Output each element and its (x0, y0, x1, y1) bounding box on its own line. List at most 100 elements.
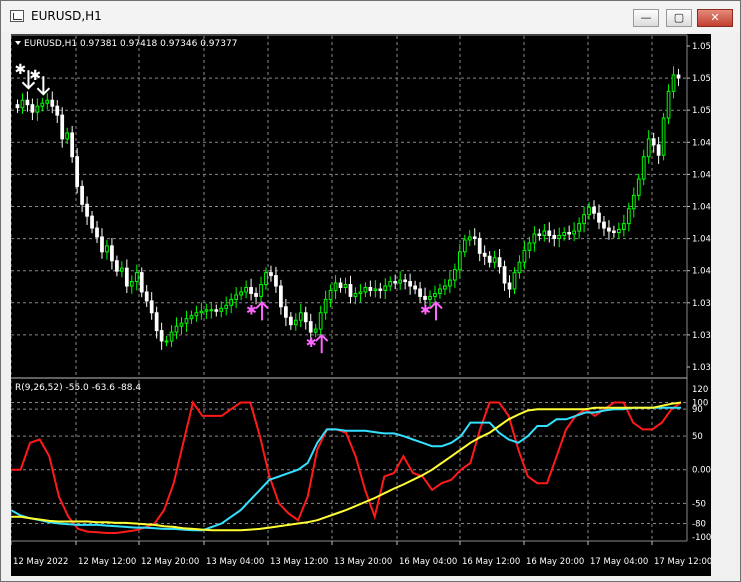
candle-body (363, 286, 368, 293)
time-tick-label: 13 May 12:00 (270, 557, 328, 567)
price-tick-label: 1.05170 (692, 106, 711, 116)
candle-body (105, 245, 109, 253)
indicator-tick-label: -100 (692, 533, 711, 543)
candle-body (90, 215, 94, 229)
price-tick-label: 1.04955 (692, 138, 711, 148)
candle-body (244, 286, 248, 293)
candle-body (562, 232, 567, 236)
candle-body (552, 234, 557, 239)
candle-body (129, 281, 134, 287)
candle-body (50, 99, 55, 107)
candles (15, 66, 681, 350)
candle-body (612, 230, 616, 234)
indicator-tick-label: 90 (692, 405, 703, 415)
star-icon: ✱ (306, 336, 317, 351)
chart-canvas[interactable]: ✱✱✱✱✱ 1.056051.053901.051701.049551.0474… (10, 34, 727, 576)
time-tick-label: 12 May 20:00 (141, 557, 199, 567)
candle-body (527, 242, 532, 251)
time-tick-label: 12 May 2022 (13, 557, 68, 567)
price-tick-label: 1.04095 (692, 267, 711, 277)
price-tick-label: 1.03660 (692, 331, 711, 341)
candle-body (25, 99, 30, 106)
indicator-tick-label: -80 (692, 520, 706, 530)
time-tick-label: 16 May 12:00 (462, 557, 520, 567)
candle-body (100, 236, 104, 253)
candle-body (174, 325, 179, 333)
candle-body (164, 340, 169, 343)
candle-body (333, 282, 338, 291)
candle-body (249, 286, 253, 294)
indicator-tick-label: 0.00 (692, 466, 711, 476)
candle-body (393, 281, 398, 284)
candle-body (433, 292, 437, 297)
candle-body (323, 298, 328, 314)
candle-body (154, 312, 159, 332)
candle-body (522, 249, 527, 263)
candle-body (462, 239, 467, 253)
price-tick-label: 1.03445 (692, 363, 711, 373)
candle-body (358, 291, 363, 294)
dropdown-triangle-icon[interactable] (15, 41, 21, 45)
symbol-header[interactable]: EURUSD,H1 0.97381 0.97418 0.97346 0.9737… (15, 39, 237, 49)
candle-body (124, 267, 129, 287)
candle-body (577, 223, 581, 232)
time-tick-label: 13 May 20:00 (334, 557, 392, 567)
candle-body (438, 288, 442, 294)
candle-body (353, 292, 358, 297)
candle-body (492, 257, 497, 263)
candle-body (602, 221, 606, 229)
candle-body (666, 90, 671, 119)
candle-body (482, 252, 487, 257)
candle-body (547, 230, 552, 236)
candle-body (448, 279, 452, 287)
chart-area[interactable]: ✱✱✱✱✱ 1.056051.053901.051701.049551.0474… (10, 34, 727, 576)
indicator-tick-label: 120 (692, 385, 708, 395)
candle-body (313, 328, 318, 333)
time-tick-label: 17 May 04:00 (590, 557, 648, 567)
price-tick-label: 1.04740 (692, 170, 711, 180)
candle-body (507, 282, 512, 290)
candle-body (30, 104, 35, 113)
candle-body (517, 261, 522, 274)
candle-body (199, 310, 204, 314)
candle-body (144, 291, 149, 302)
candle-body (134, 272, 139, 283)
price-header: EURUSD,H1 0.97381 0.97418 0.97346 0.9737… (24, 39, 237, 49)
candle-body (477, 237, 482, 254)
star-icon: ✱ (14, 62, 26, 78)
indicator-tick-label: 50 (692, 432, 703, 442)
title-bar[interactable]: EURUSD,H1 — ▢ ✕ (1, 1, 740, 32)
candle-body (338, 282, 343, 288)
candle-body (288, 316, 293, 326)
close-button[interactable]: ✕ (697, 9, 733, 27)
candle-body (368, 286, 373, 291)
time-tick-label: 13 May 04:00 (206, 557, 264, 567)
candle-body (378, 288, 383, 291)
time-tick-label: 16 May 20:00 (526, 557, 584, 567)
candle-body (373, 288, 378, 291)
terminal-chart-window: EURUSD,H1 — ▢ ✕ ✱✱✱✱✱ 1.056051.053901.05… (0, 0, 741, 582)
candle-body (110, 245, 114, 262)
indicator-pane[interactable]: 12010090500.00-50-80-100 R(9,26,52) -55.… (10, 379, 711, 543)
price-pane[interactable]: ✱✱✱✱✱ 1.056051.053901.051701.049551.0474… (10, 34, 727, 541)
candle-body (587, 206, 591, 216)
candle-body (254, 292, 258, 297)
candle-body (413, 285, 417, 290)
candle-body (572, 230, 577, 235)
candle-body (607, 227, 611, 232)
candle-body (388, 281, 393, 287)
candle-body (65, 132, 70, 140)
candle-body (671, 74, 676, 92)
candle-body (234, 294, 239, 300)
maximize-button[interactable]: ▢ (666, 9, 692, 27)
candle-body (149, 300, 154, 314)
price-grid (10, 36, 687, 377)
candle-body (264, 272, 268, 286)
candle-body (159, 330, 164, 342)
candle-body (274, 275, 278, 287)
candle-body (403, 279, 408, 283)
minimize-button[interactable]: — (633, 9, 659, 27)
candle-body (293, 319, 298, 326)
buy-arrow-icon (314, 333, 329, 354)
candle-body (423, 295, 427, 300)
